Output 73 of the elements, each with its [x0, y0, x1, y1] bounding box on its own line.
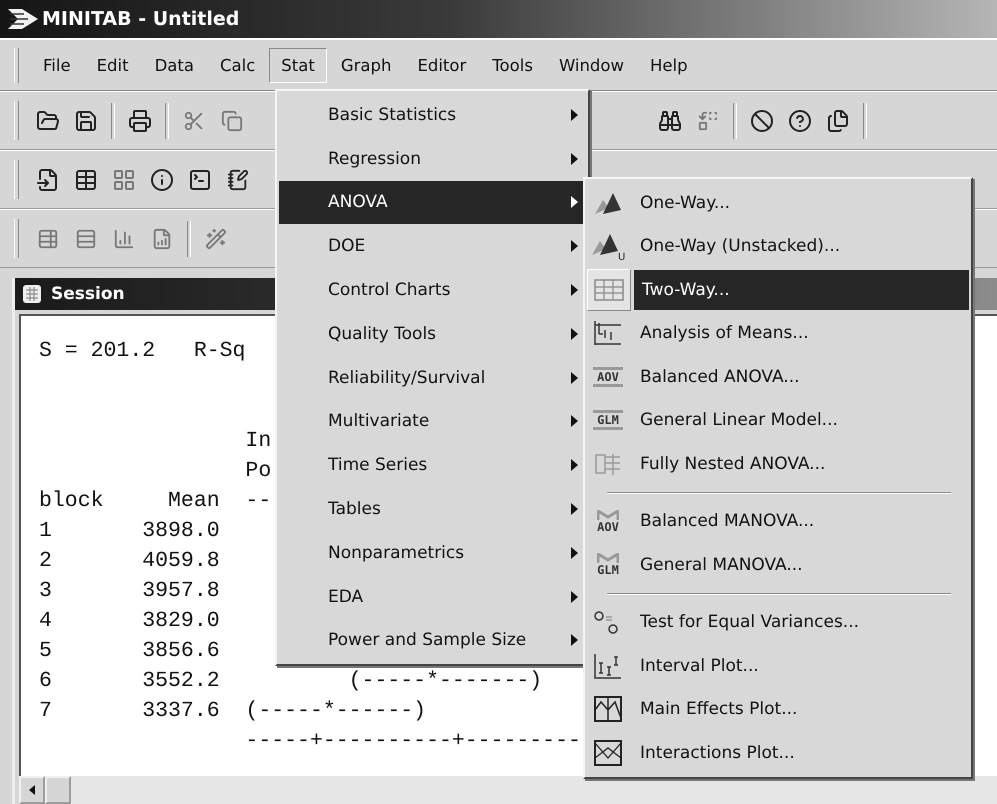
menu-item[interactable]: Control Charts [279, 268, 586, 312]
app-logo-icon [8, 7, 38, 31]
menu-item[interactable]: Balanced MANOVA... [632, 501, 969, 542]
menu-item[interactable]: Analysis of Means... [632, 313, 969, 354]
menu-item[interactable]: Multivariate [279, 400, 586, 444]
menu-item[interactable]: EDA [279, 574, 586, 619]
means-chart-icon [593, 320, 623, 346]
menu-item[interactable]: Help [638, 48, 700, 82]
submenu-arrow-icon [571, 546, 578, 559]
main-effects-icon [594, 696, 622, 722]
output-line: Po [244, 458, 272, 485]
submenu-arrow-icon [571, 459, 578, 472]
menu-item[interactable]: Edit [84, 48, 141, 82]
menu-item[interactable]: Interval Plot... [632, 646, 969, 686]
menu-item[interactable]: Calc [208, 48, 268, 82]
output-line: 6 3552.2 (-----*-------) [39, 668, 542, 695]
submenu-arrow-icon [571, 415, 578, 428]
output-line: 2 4059.8 [39, 548, 220, 575]
menu-item[interactable]: Nonparametrics [279, 530, 586, 575]
menu-item[interactable]: Reliability/Survival [279, 356, 586, 400]
submenu-arrow-icon [571, 152, 578, 165]
window-title: MINITAB - Untitled [42, 8, 240, 30]
output-line: block Mean -- [39, 488, 272, 515]
menu-item[interactable]: One-Way (Unstacked)... [632, 226, 969, 266]
output-line: 4 3829.0 [39, 608, 220, 635]
submenu-arrow-icon [571, 240, 578, 252]
menu-item[interactable]: Tools [480, 48, 545, 82]
menu-item[interactable]: Test for Equal Variances... [632, 602, 969, 642]
left-arrow-icon [29, 785, 35, 795]
submenu-arrow-icon [571, 634, 578, 646]
submenu-arrow-icon [571, 328, 578, 340]
menu-item[interactable]: Power and Sample Size [279, 618, 586, 662]
menu-item[interactable]: Time Series [279, 443, 586, 488]
menu-item[interactable]: General Linear Model... [632, 400, 969, 440]
menu-item[interactable]: Graph [328, 48, 404, 82]
menu-item[interactable]: Main Effects Plot... [632, 689, 969, 730]
menu-item[interactable]: Window [546, 48, 636, 82]
menu-item[interactable]: Balanced ANOVA... [632, 356, 969, 397]
submenu-arrow-icon [571, 196, 578, 208]
grid-icon [594, 278, 624, 301]
menu-item[interactable]: Fully Nested ANOVA... [632, 444, 969, 484]
menu-item[interactable]: File [31, 48, 83, 82]
output-line: In [244, 428, 272, 455]
submenu-arrow-icon [571, 503, 578, 516]
menu-item[interactable]: DOE [279, 224, 586, 268]
submenu-arrow-icon [571, 108, 578, 121]
interval-plot-icon [593, 652, 623, 679]
menu-item[interactable]: Quality Tools [279, 312, 586, 356]
scroll-left-button[interactable] [19, 776, 45, 804]
menu-item[interactable]: ANOVA [279, 180, 586, 224]
output-line: S = 201.2 R-Sq [39, 338, 246, 365]
menu-item[interactable]: Editor [405, 48, 478, 82]
submenu-arrow-icon [571, 284, 578, 296]
menu-item[interactable]: Regression [279, 136, 586, 181]
session-title: Session [51, 284, 125, 304]
submenu-arrow-icon [571, 590, 578, 603]
menu-item[interactable]: Data [142, 48, 206, 82]
output-line: 7 3337.6 (-----*------) [39, 698, 426, 725]
output-line: 1 3898.0 [39, 518, 220, 545]
menu-item[interactable]: One-Way... [632, 182, 969, 223]
menu-item[interactable]: Two-Way... [634, 270, 969, 310]
menu-item[interactable]: General MANOVA... [632, 544, 969, 585]
horizontal-scrollbar[interactable] [19, 776, 997, 804]
interactions-icon [594, 740, 622, 766]
menu-item[interactable]: Interactions Plot... [632, 732, 969, 773]
scroll-thumb[interactable] [45, 776, 71, 804]
menu-item[interactable]: Tables [279, 487, 586, 531]
output-line: 5 3856.6 [39, 638, 220, 665]
submenu-arrow-icon [571, 372, 578, 384]
menu-item[interactable]: Stat [269, 48, 327, 82]
menu-item[interactable]: Basic Statistics [279, 93, 586, 137]
output-line: 3 3957.8 [39, 578, 220, 605]
output-line: -----+----------+--------- [244, 728, 581, 755]
